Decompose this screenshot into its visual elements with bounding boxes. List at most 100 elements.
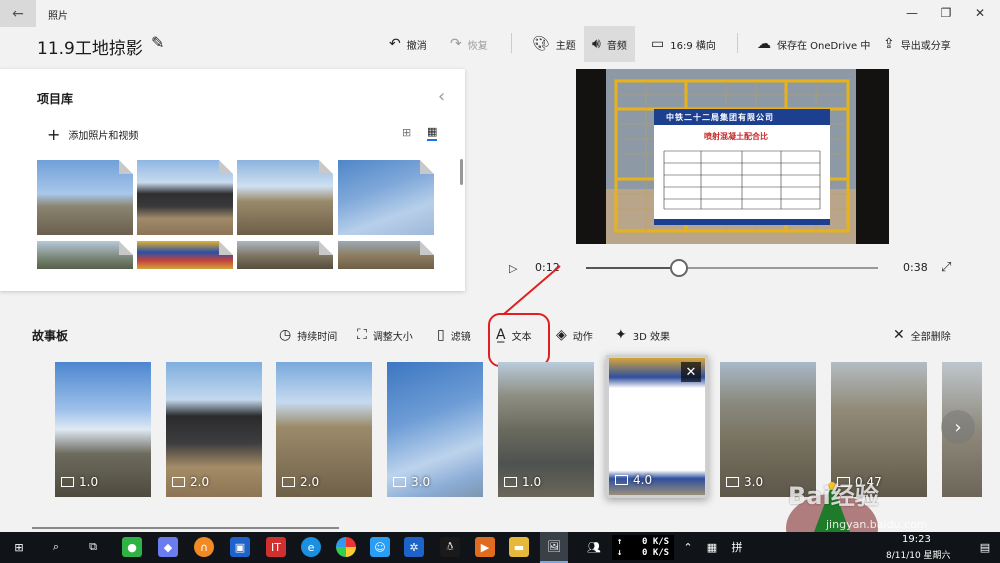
remove-clip-icon[interactable]: ✕ xyxy=(681,362,701,382)
restore-button[interactable]: ❐ xyxy=(929,4,963,22)
sign-title: 中铁二十二局集团有限公司 xyxy=(666,113,774,122)
keyboard-icon[interactable]: ▦ xyxy=(702,537,722,557)
preview-frame xyxy=(576,69,889,244)
chevron-up-icon[interactable]: ⌃ xyxy=(678,537,698,557)
aspect-ratio-button[interactable]: ▭ 16:9 横向 xyxy=(651,34,716,54)
audio-label: 音频 xyxy=(606,40,627,52)
clip-duration-value: 2.0 xyxy=(190,475,210,489)
storyboard-clip[interactable]: 3.0 xyxy=(387,362,483,497)
minimize-button[interactable]: — xyxy=(895,4,929,22)
library-thumbnail[interactable] xyxy=(137,160,233,235)
image-icon xyxy=(393,477,406,487)
minimize-icon: — xyxy=(906,6,918,20)
library-thumbnail[interactable] xyxy=(137,241,233,269)
ie-browser-icon[interactable]: e xyxy=(301,537,321,557)
app-icon[interactable]: ✲ xyxy=(404,537,424,557)
resize-label: 调整大小 xyxy=(372,331,413,343)
video-preview[interactable]: 中铁二十二局集团有限公司 喷射混凝土配合比 xyxy=(576,69,889,244)
redo-button[interactable]: ↷ 恢复 xyxy=(450,34,488,54)
add-media-label: 添加照片和视频 xyxy=(68,131,139,142)
plus-icon: + xyxy=(47,125,61,144)
clip-duration: 2.0 xyxy=(172,475,209,489)
wechat-icon[interactable]: ● xyxy=(122,537,142,557)
search-icon[interactable]: ⌕ xyxy=(46,537,66,557)
3d-effects-button[interactable]: ✦ 3D 效果 xyxy=(615,325,670,345)
library-thumbnail[interactable] xyxy=(338,160,434,235)
duration-button[interactable]: ◷ 持续时间 xyxy=(279,325,337,345)
toolbar-divider xyxy=(737,33,738,53)
notification-icon[interactable]: ▤ xyxy=(975,537,995,557)
small-grid-view-icon[interactable]: ▦ xyxy=(427,125,438,141)
image-icon xyxy=(615,475,628,485)
clip-duration: 1.0 xyxy=(61,475,98,489)
clip-duration: 3.0 xyxy=(393,475,430,489)
motion-icon: ◈ xyxy=(556,327,567,343)
library-thumbnail[interactable] xyxy=(237,241,333,269)
back-button[interactable]: ← xyxy=(0,0,36,27)
storyboard-scrollbar[interactable] xyxy=(32,527,339,529)
storyboard-clip[interactable]: 2.0 xyxy=(276,362,372,497)
seek-thumb[interactable] xyxy=(670,259,689,277)
restore-icon: ❐ xyxy=(940,6,952,20)
clock-time[interactable]: 19:23 xyxy=(902,534,931,545)
clip-duration: 1.0 xyxy=(504,475,541,489)
watermark-text: Bai经验 xyxy=(788,482,879,510)
collapse-library-button[interactable]: ‹ xyxy=(438,86,445,107)
filters-button[interactable]: ▯ 滤镜 xyxy=(437,325,471,345)
library-thumbnail[interactable] xyxy=(37,160,133,235)
ime-indicator[interactable]: 拼 xyxy=(727,537,747,557)
palette-icon: 🎨︎ xyxy=(532,36,550,52)
storyboard-clip-selected[interactable]: ✕ 4.0 xyxy=(606,355,708,498)
photos-app-icon[interactable]: 🖼︎ xyxy=(540,532,568,563)
resize-button[interactable]: ⛶ 调整大小 xyxy=(357,325,413,345)
speaker-icon: 🔊︎ xyxy=(592,36,601,52)
filters-label: 滤镜 xyxy=(450,331,471,343)
task-view-icon[interactable]: ⧉ xyxy=(83,537,103,557)
download-speed: 0 K/S xyxy=(642,548,670,558)
library-scrollbar[interactable] xyxy=(460,159,463,185)
audio-button[interactable]: 🔊︎ 音频 xyxy=(584,26,635,62)
redo-icon: ↷ xyxy=(450,36,462,52)
fullscreen-icon[interactable]: ⤢ xyxy=(941,260,951,275)
app-icon[interactable]: IT xyxy=(266,537,286,557)
library-thumbnail[interactable] xyxy=(37,241,133,269)
people-icon[interactable]: 👥︎ xyxy=(584,537,604,557)
close-button[interactable]: ✕ xyxy=(963,4,997,22)
library-thumbnail[interactable] xyxy=(338,241,434,269)
undo-button[interactable]: ↶ 撤消 xyxy=(389,34,427,54)
storyboard-clip[interactable]: 2.0 xyxy=(166,362,262,497)
network-speed-widget: ↑ ↓ 0 K/S 0 K/S xyxy=(612,535,674,560)
edit-pencil-icon[interactable]: ✎ xyxy=(151,33,164,52)
annotation-arrow xyxy=(503,265,561,315)
cloud-upload-icon: ☁ xyxy=(757,36,771,52)
video-player-icon[interactable]: ▶ xyxy=(475,537,495,557)
motion-button[interactable]: ◈ 动作 xyxy=(556,325,593,345)
export-label: 导出或分享 xyxy=(900,40,951,52)
storyboard-clip[interactable]: 1.0 xyxy=(55,362,151,497)
file-explorer-icon[interactable]: ▬ xyxy=(509,537,529,557)
aspect-ratio-label: 16:9 横向 xyxy=(670,40,716,52)
app-icon[interactable]: ☺ xyxy=(370,537,390,557)
library-thumbnail[interactable] xyxy=(237,160,333,235)
theme-button[interactable]: 🎨︎ 主题 xyxy=(532,34,576,54)
clock-date[interactable]: 8/11/10 星期六 xyxy=(886,548,951,561)
add-media-button[interactable]: + 添加照片和视频 xyxy=(47,125,138,144)
app-icon[interactable]: ▣ xyxy=(230,537,250,557)
save-onedrive-button[interactable]: ☁ 保存在 OneDrive 中 xyxy=(757,34,870,54)
seek-bar[interactable] xyxy=(586,259,878,277)
project-title[interactable]: 11.9工地掠影 xyxy=(37,34,143,59)
start-windows-icon[interactable]: ⊞ xyxy=(9,537,29,557)
seek-bar-progress xyxy=(586,267,680,269)
filter-brush-icon: ▯ xyxy=(437,327,445,343)
chrome-icon[interactable] xyxy=(336,537,356,557)
export-share-button[interactable]: ⇪ 导出或分享 xyxy=(883,34,951,54)
qq-icon[interactable]: 🐧︎ xyxy=(440,537,460,557)
remove-all-button[interactable]: ✕ 全部删除 xyxy=(893,325,951,345)
next-clips-button[interactable]: › xyxy=(941,410,975,444)
large-grid-view-icon[interactable]: ⊞ xyxy=(402,126,411,139)
app-icon[interactable]: ∩ xyxy=(194,537,214,557)
feishu-icon[interactable]: ◆ xyxy=(158,537,178,557)
storyboard-clip[interactable]: 1.0 xyxy=(498,362,594,497)
app-title: 照片 xyxy=(48,11,68,22)
image-icon xyxy=(504,477,517,487)
